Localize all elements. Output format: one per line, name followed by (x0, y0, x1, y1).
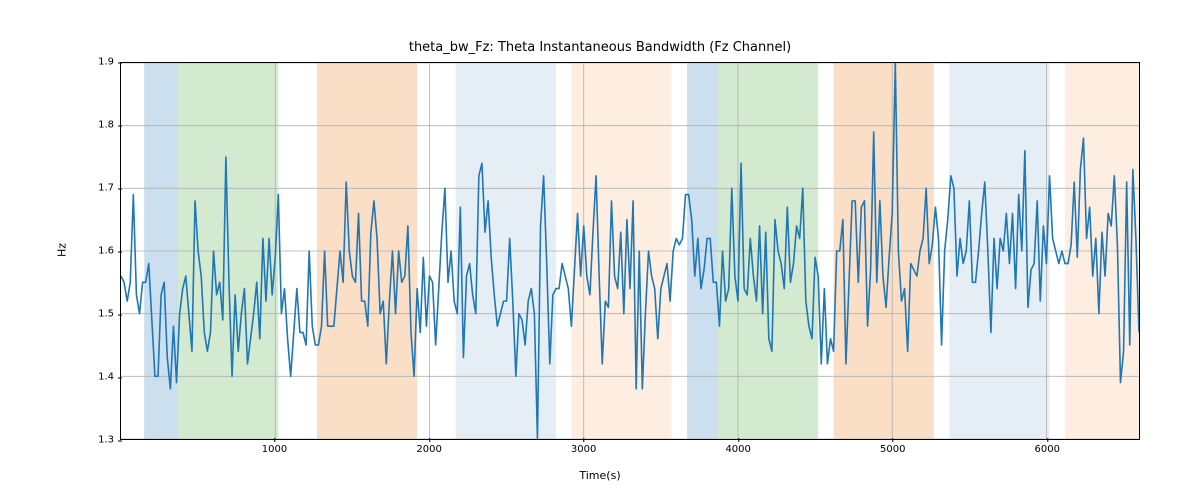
y-tick-label: 1.6 (74, 246, 114, 257)
x-tick-label: 2000 (416, 444, 441, 455)
y-tick-label: 1.4 (74, 372, 114, 383)
x-tick-label: 3000 (571, 444, 596, 455)
x-tick-label: 4000 (725, 444, 750, 455)
y-tick-label: 1.8 (74, 120, 114, 131)
y-tick-label: 1.7 (74, 183, 114, 194)
x-tick-label: 5000 (880, 444, 905, 455)
plot-area (120, 62, 1140, 440)
x-tick-label: 6000 (1035, 444, 1060, 455)
plot-svg (121, 63, 1139, 439)
chart-title: theta_bw_Fz: Theta Instantaneous Bandwid… (0, 40, 1200, 55)
x-tick-label: 1000 (262, 444, 287, 455)
figure: theta_bw_Fz: Theta Instantaneous Bandwid… (0, 0, 1200, 500)
y-axis-label: Hz (56, 243, 69, 257)
y-tick-label: 1.3 (74, 435, 114, 446)
y-tick-label: 1.5 (74, 309, 114, 320)
y-tick-label: 1.9 (74, 57, 114, 68)
x-axis-label: Time(s) (0, 469, 1200, 482)
